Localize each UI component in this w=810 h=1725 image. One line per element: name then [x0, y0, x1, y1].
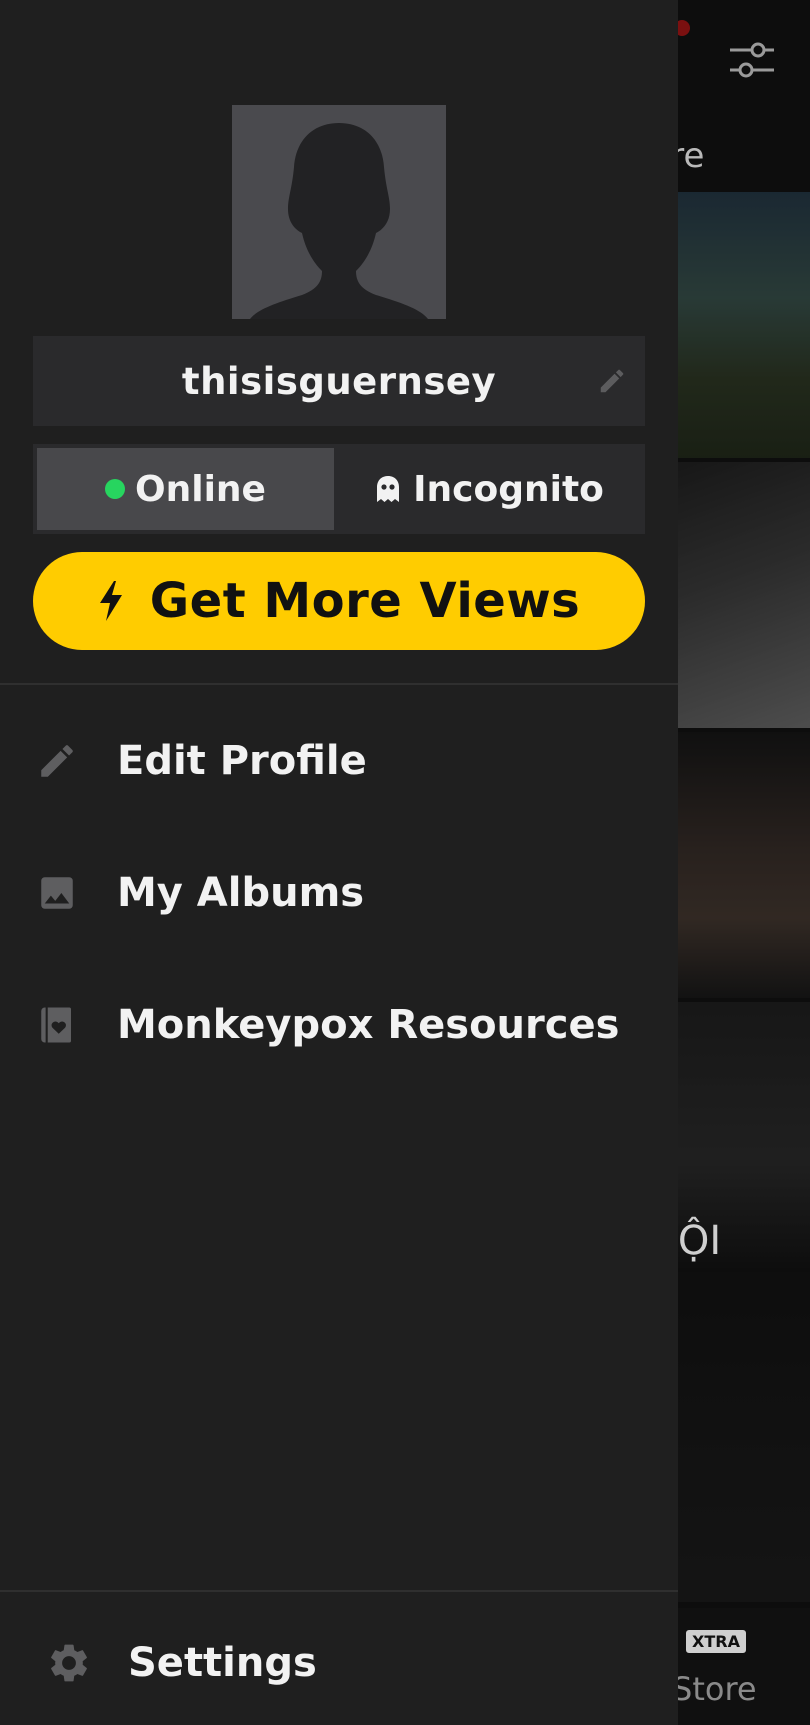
- settings-button[interactable]: Settings: [0, 1608, 678, 1718]
- online-indicator-dot: [105, 479, 126, 499]
- divider: [0, 683, 678, 685]
- menu-item-my-albums[interactable]: My Albums: [0, 838, 678, 948]
- profile-grid-tile[interactable]: [678, 732, 810, 998]
- profile-grid-tile[interactable]: [678, 1272, 810, 1602]
- status-online-option[interactable]: Online: [37, 448, 334, 530]
- xtra-badge: XTRA: [686, 1630, 746, 1653]
- menu-item-label: Monkeypox Resources: [117, 1002, 620, 1048]
- settings-label: Settings: [128, 1640, 317, 1686]
- username-field[interactable]: thisisguernsey: [33, 336, 645, 426]
- get-more-views-button[interactable]: Get More Views: [33, 552, 645, 650]
- image-icon: [41, 877, 73, 909]
- menu-item-monkeypox-resources[interactable]: Monkeypox Resources: [0, 970, 678, 1080]
- avatar[interactable]: [232, 105, 446, 319]
- status-online-label: Online: [135, 468, 266, 510]
- book-heart-icon: [41, 1007, 71, 1043]
- menu-item-label: My Albums: [117, 870, 365, 916]
- status-incognito-label: Incognito: [413, 468, 604, 510]
- status-toggle: Online Incognito: [33, 444, 645, 534]
- ghost-icon: [377, 476, 400, 502]
- menu-item-edit-profile[interactable]: Edit Profile: [0, 706, 678, 816]
- filter-sliders-icon[interactable]: [728, 38, 776, 82]
- gear-icon: [51, 1644, 87, 1682]
- profile-grid-tile[interactable]: [678, 192, 810, 458]
- pencil-icon: [41, 745, 73, 777]
- pencil-icon[interactable]: [597, 366, 627, 396]
- navigation-drawer: thisisguernsey Online Incognito Get More…: [0, 0, 678, 1725]
- default-avatar-silhouette-icon: [250, 123, 428, 319]
- status-incognito-option[interactable]: Incognito: [338, 448, 641, 530]
- menu-item-label: Edit Profile: [117, 738, 367, 784]
- get-more-views-label: Get More Views: [149, 573, 581, 629]
- username-text: thisisguernsey: [181, 359, 497, 403]
- lightning-bolt-icon: [99, 581, 122, 621]
- profile-grid-tile[interactable]: [678, 462, 810, 728]
- store-tab-label[interactable]: Store: [672, 1670, 757, 1708]
- divider: [0, 1590, 678, 1592]
